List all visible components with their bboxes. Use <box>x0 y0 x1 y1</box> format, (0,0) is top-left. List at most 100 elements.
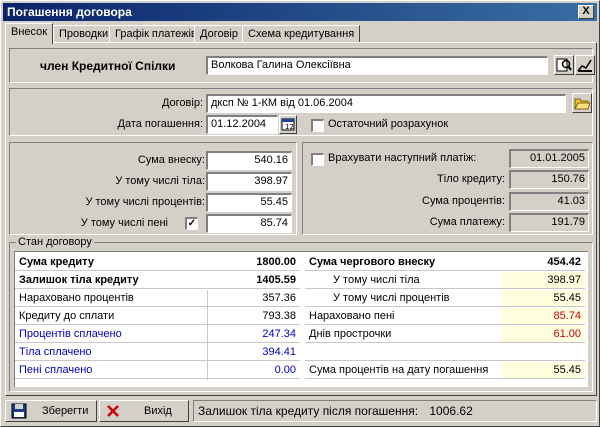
date-picker-button[interactable]: 12 <box>279 115 297 134</box>
payment-panel: Сума внеску: 540.16 У тому числі тіла: 3… <box>9 142 297 235</box>
final-calculation-label: Остаточний розрахунок <box>328 118 449 130</box>
member-chart-button[interactable] <box>575 55 595 75</box>
payment-penalty-field[interactable]: 85.74 <box>206 214 292 233</box>
save-button[interactable]: Зберегти <box>5 400 97 422</box>
state-left-row: Тіла сплачено 394.41 <box>15 344 300 361</box>
next-total-label: Сума платежу: <box>429 216 505 228</box>
folder-open-icon <box>574 98 591 110</box>
repayment-date-field[interactable]: 01.12.2004 <box>206 115 278 134</box>
payment-interest-label: У тому числі процентів: <box>85 196 205 208</box>
include-next-payment-checkbox[interactable] <box>311 153 324 166</box>
window-title: Погашення договора <box>7 5 132 19</box>
payment-interest-field[interactable]: 55.45 <box>206 193 292 212</box>
row-value: 85.74 <box>553 310 581 322</box>
include-next-payment-label: Врахувати наступний платіж: <box>328 152 477 164</box>
save-label: Зберегти <box>42 405 89 417</box>
row-label: У тому числі тіла <box>333 274 420 286</box>
payment-body-label: У тому числі тіла: <box>115 175 205 187</box>
tab-postings[interactable]: Проводки <box>53 25 115 43</box>
state-right-row: Нараховано пені <box>305 308 501 325</box>
state-right-row: Сума процентів на дату погашення <box>305 362 501 379</box>
payment-sum-label: Сума внеску: <box>137 154 205 166</box>
state-right-row: У тому числі тіла <box>305 272 501 289</box>
find-person-icon <box>556 58 572 72</box>
row-value: 1800.00 <box>256 256 296 268</box>
member-panel: член Кредитної Спілки Волкова Галина Оле… <box>9 48 595 83</box>
row-label: Сума чергового внеску <box>309 256 436 268</box>
state-right-row: У тому числі процентів <box>305 290 501 307</box>
row-label: Процентів сплачено <box>19 328 122 340</box>
state-right-row: Сума чергового внеску 454.42 <box>305 254 585 271</box>
state-left-row: Процентів сплачено 247.34 <box>15 326 300 343</box>
exit-x-icon <box>107 405 119 417</box>
bottom-bar: Зберегти Вихід Залишок тіла кредиту післ… <box>1 397 599 426</box>
row-value: 454.42 <box>547 256 581 268</box>
contract-state-grid: Сума кредиту 1800.00 Залишок тіла кредит… <box>14 251 588 387</box>
calendar-icon: 12 <box>281 118 295 131</box>
row-label: Сума процентів на дату погашення <box>309 364 489 376</box>
tab-page-contribution: член Кредитної Спілки Волкова Галина Оле… <box>5 42 597 396</box>
row-value: 55.45 <box>553 364 581 376</box>
contract-panel: Договір: дксп № 1-КМ від 01.06.2004 Дата… <box>9 88 593 136</box>
next-body-label: Тіло кредиту: <box>437 173 505 185</box>
member-lookup-button[interactable] <box>554 55 574 75</box>
state-right-row: Днів прострочки <box>305 326 501 343</box>
open-contract-button[interactable] <box>572 93 592 113</box>
tab-credit-scheme[interactable]: Схема кредитування <box>242 25 361 43</box>
state-right-value: 85.74 <box>501 308 585 325</box>
close-button[interactable]: X <box>578 5 594 19</box>
row-value: 0.00 <box>274 364 296 376</box>
row-value: 357.36 <box>262 292 296 304</box>
row-label: Нараховано процентів <box>19 292 134 304</box>
state-right-value: 61.00 <box>501 326 585 343</box>
row-value: 398.97 <box>547 274 581 286</box>
row-value: 1405.59 <box>256 274 296 286</box>
repayment-date-label: Дата погашення: <box>117 118 203 130</box>
exit-label: Вихід <box>144 405 172 417</box>
save-disk-icon <box>11 403 27 419</box>
chart-icon <box>577 59 592 72</box>
row-label: Залишок тіла кредиту <box>19 274 139 286</box>
state-right-row <box>305 344 585 361</box>
row-value: 793.38 <box>262 310 296 322</box>
main-window: Погашення договора X Внесок Проводки Гра… <box>0 0 600 427</box>
title-bar: Погашення договора X <box>3 3 597 21</box>
exit-button[interactable]: Вихід <box>99 400 189 422</box>
row-label: У тому числі процентів <box>333 292 450 304</box>
tab-payment-schedule[interactable]: Графік платежів <box>109 25 203 43</box>
state-left-row: Пені сплачено 0.00 <box>15 362 300 379</box>
state-left-row: Залишок тіла кредиту 1405.59 <box>15 272 300 289</box>
state-left-row: Кредиту до сплати 793.38 <box>15 308 300 325</box>
status-text: Залишок тіла кредиту після погашення: 10… <box>193 400 597 422</box>
row-label: Днів прострочки <box>309 328 392 340</box>
row-value: 61.00 <box>553 328 581 340</box>
row-value: 394.41 <box>262 346 296 358</box>
contract-label: Договір: <box>161 97 203 109</box>
next-body-field: 150.76 <box>509 170 589 189</box>
state-right-value: 398.97 <box>501 272 585 289</box>
payment-sum-field[interactable]: 540.16 <box>206 151 292 170</box>
column-divider <box>207 290 208 380</box>
contract-field[interactable]: дксп № 1-КМ від 01.06.2004 <box>206 94 566 113</box>
payment-body-field[interactable]: 398.97 <box>206 172 292 191</box>
remaining-body-value: 1006.62 <box>429 404 473 418</box>
member-label: член Кредитної Спілки <box>40 59 176 73</box>
row-value: 55.45 <box>553 292 581 304</box>
next-interest-field: 41.03 <box>509 192 589 211</box>
row-label: Сума кредиту <box>19 256 94 268</box>
next-interest-label: Сума процентів: <box>422 195 505 207</box>
penalty-checkbox[interactable]: ✓ <box>185 217 198 230</box>
tab-contract[interactable]: Договір <box>194 25 244 43</box>
state-right-value: 55.45 <box>501 290 585 307</box>
svg-text:12: 12 <box>285 123 294 131</box>
final-calculation-checkbox[interactable] <box>311 119 324 132</box>
row-label: Тіла сплачено <box>19 346 92 358</box>
tab-contribution[interactable]: Внесок <box>5 23 54 44</box>
payment-penalty-label: У тому числі пені <box>80 217 168 229</box>
next-payment-date-field: 01.01.2005 <box>509 149 589 168</box>
row-label: Пені сплачено <box>19 364 93 376</box>
row-label: Нараховано пені <box>309 310 395 322</box>
next-payment-panel: Врахувати наступний платіж: 01.01.2005 Т… <box>302 142 593 235</box>
row-label: Кредиту до сплати <box>19 310 115 322</box>
member-name-field[interactable]: Волкова Галина Олексіївна <box>206 56 548 75</box>
